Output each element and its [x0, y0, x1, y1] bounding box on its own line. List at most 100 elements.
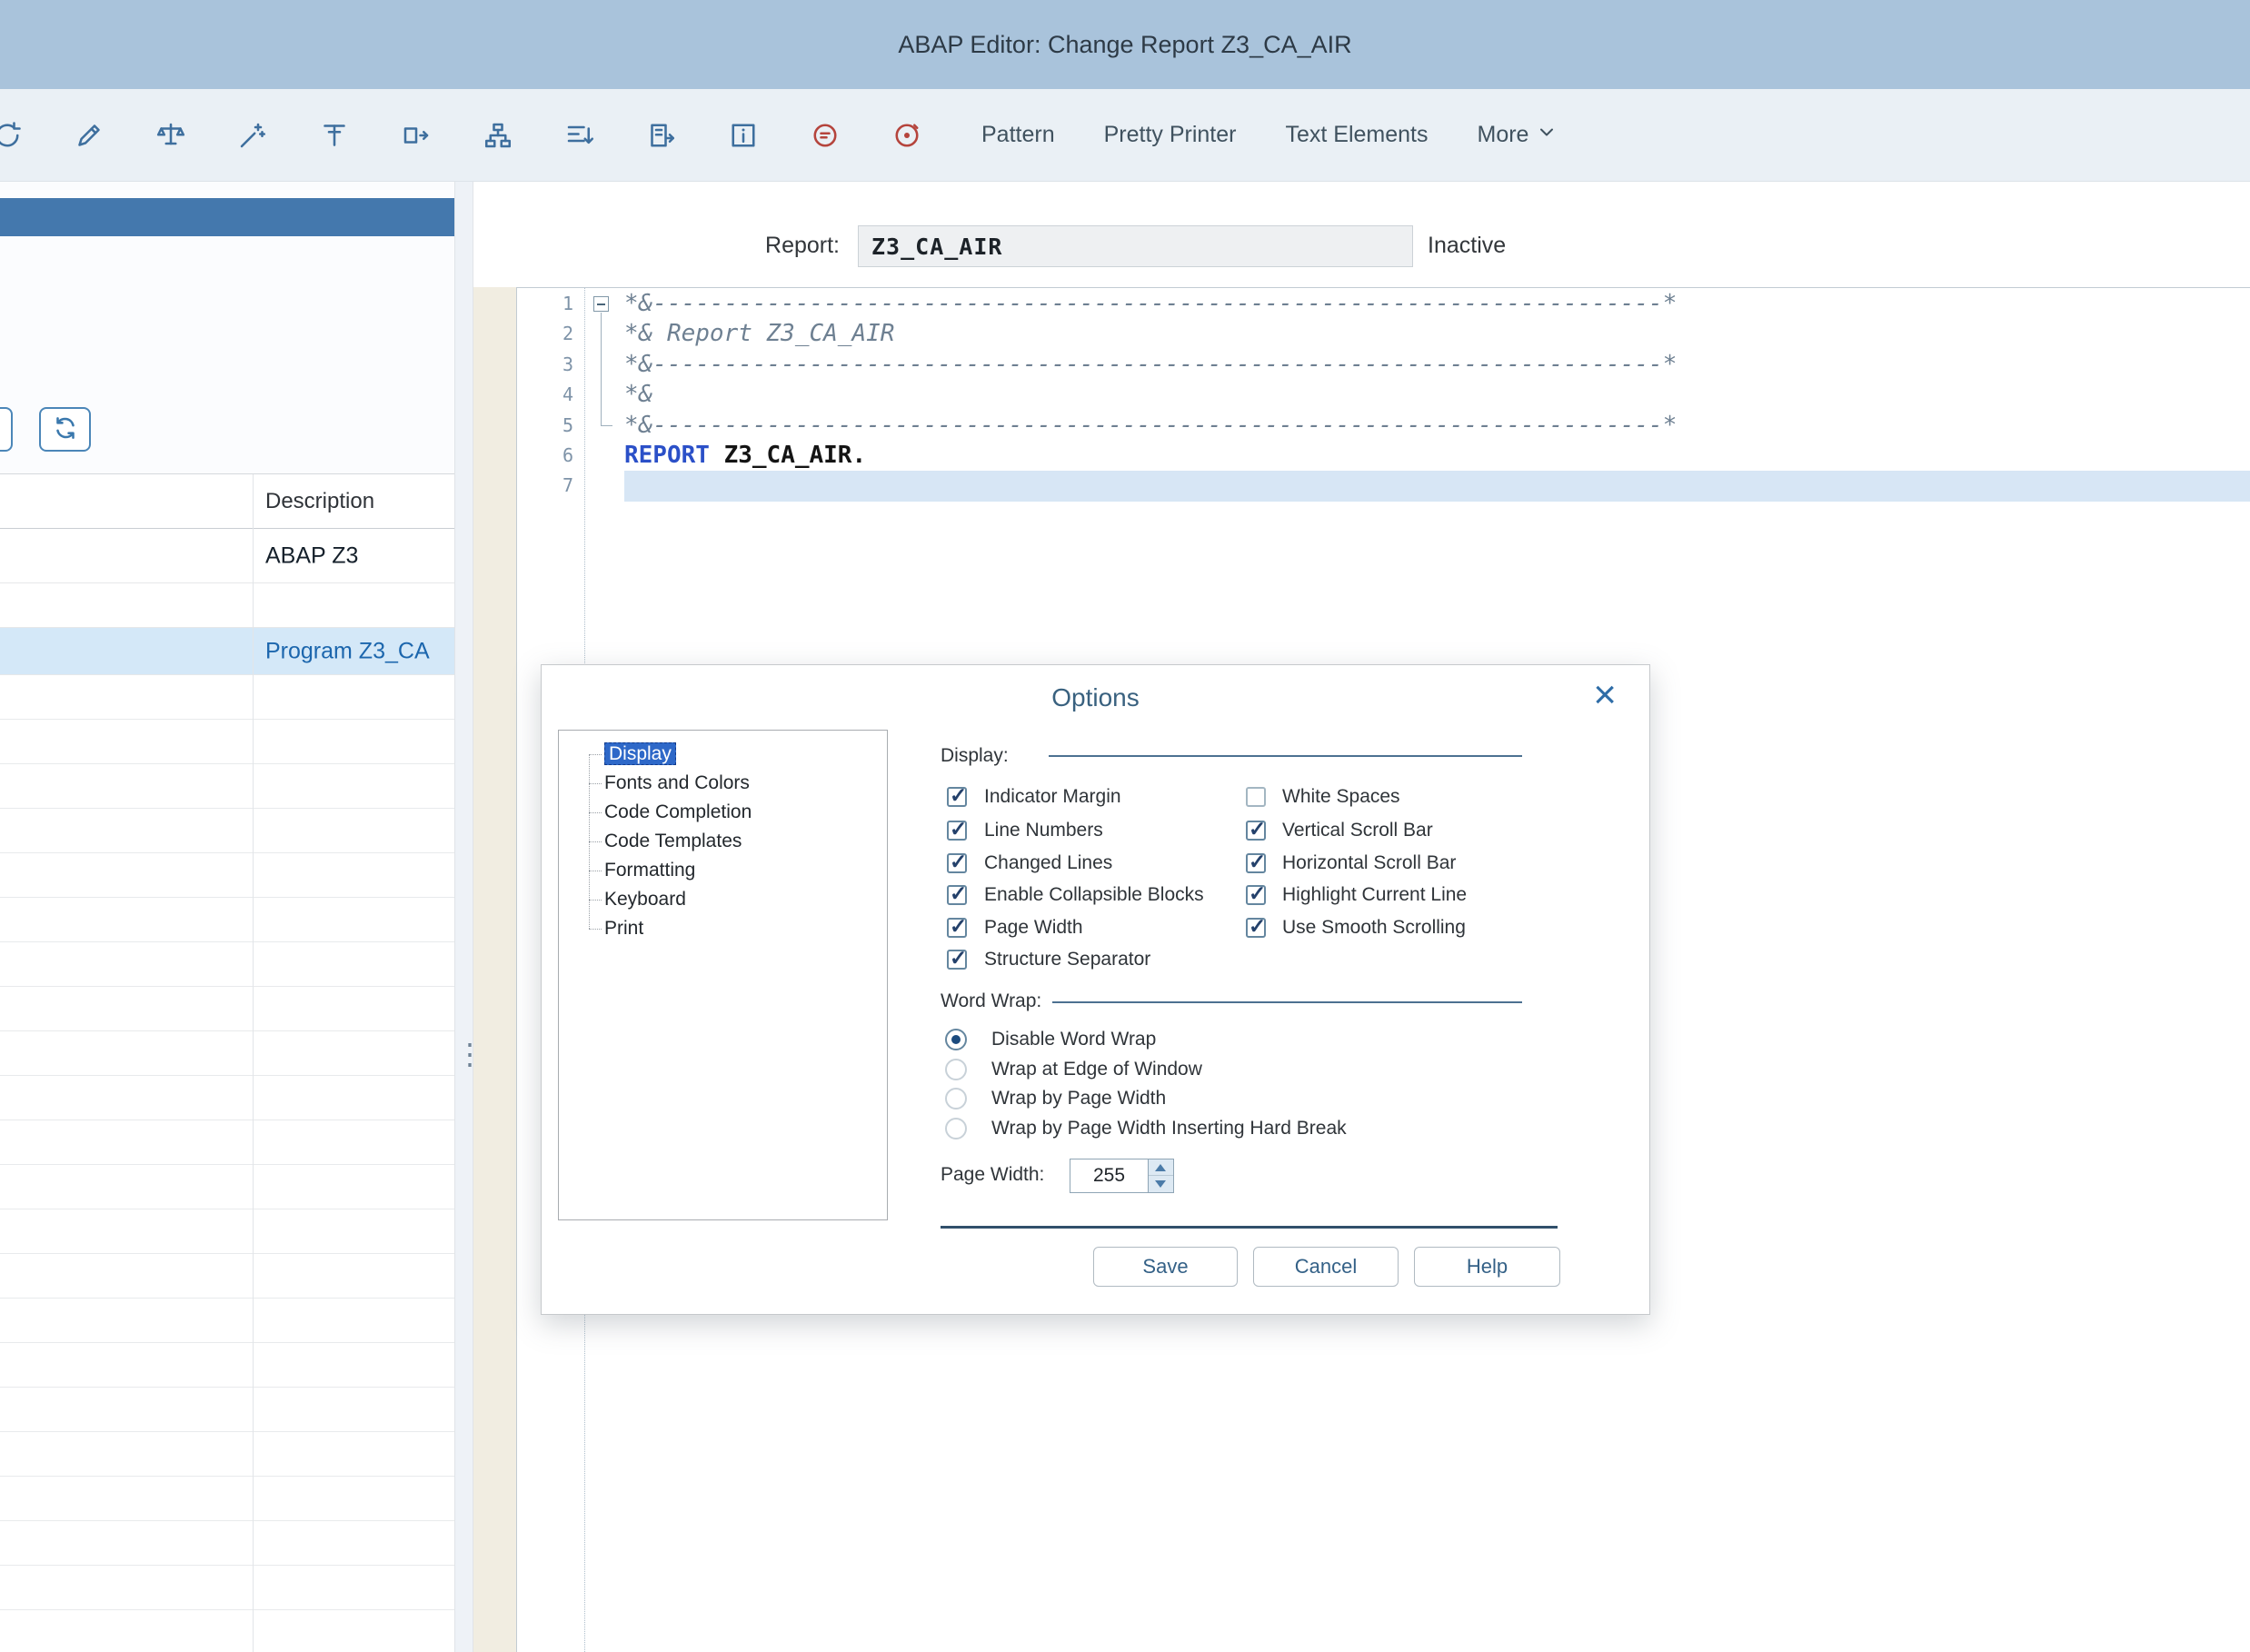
checkbox-line-numbers[interactable]: ✓: [947, 821, 967, 841]
radio-disable-word-wrap[interactable]: [945, 1029, 967, 1050]
tree-item-code-templates[interactable]: Code Templates: [559, 827, 887, 856]
fold-region-end: [601, 425, 612, 426]
checkbox-label[interactable]: Line Numbers: [984, 818, 1103, 843]
radio-label[interactable]: Wrap by Page Width: [991, 1086, 1166, 1111]
tree-item-fonts-and-colors[interactable]: Fonts and Colors: [559, 769, 887, 798]
line-number[interactable]: 4: [517, 380, 584, 410]
options-dialog: Options × DisplayFonts and ColorsCode Co…: [541, 664, 1650, 1315]
options-tree: DisplayFonts and ColorsCode Completion Co…: [558, 730, 888, 1220]
checkbox-indicator-margin[interactable]: ✓: [947, 787, 967, 807]
page-width-label: Page Width:: [941, 1164, 1044, 1186]
edit-icon[interactable]: [71, 117, 107, 154]
checkbox-use-smooth-scrolling[interactable]: ✓: [1246, 918, 1266, 938]
line-number[interactable]: 1: [517, 289, 584, 319]
line-number[interactable]: 3: [517, 350, 584, 380]
checkbox-label[interactable]: Horizontal Scroll Bar: [1282, 851, 1456, 876]
tree-item-keyboard[interactable]: Keyboard: [559, 885, 887, 914]
radio-wrap-by-page-width[interactable]: [945, 1088, 967, 1110]
tree-item-print[interactable]: Print: [559, 914, 887, 943]
line-number[interactable]: 5: [517, 411, 584, 441]
line-number[interactable]: 2: [517, 319, 584, 349]
where-used-icon[interactable]: [643, 117, 680, 154]
tree-item-code-completion[interactable]: Code Completion: [559, 798, 887, 827]
checkbox-enable-collapsible-blocks[interactable]: ✓: [947, 885, 967, 905]
checkbox-label[interactable]: Highlight Current Line: [1282, 882, 1467, 908]
pattern-button[interactable]: Pattern: [981, 122, 1055, 148]
text-elements-button[interactable]: Text Elements: [1285, 122, 1428, 148]
code-line[interactable]: *&--------------------------------------…: [586, 350, 2250, 380]
code-line[interactable]: REPORT Z3_CA_AIR.: [586, 441, 2250, 471]
spinner-down-icon[interactable]: [1149, 1176, 1173, 1192]
sort-icon[interactable]: [562, 117, 598, 154]
page-width-spinner: [1149, 1159, 1174, 1193]
page-width-input[interactable]: [1070, 1159, 1149, 1193]
tree-items: DisplayFonts and ColorsCode Completion Co…: [559, 731, 887, 943]
checkbox-page-width[interactable]: ✓: [947, 918, 967, 938]
line-number[interactable]: 7: [517, 471, 584, 501]
toolbar-icon-group: [0, 117, 925, 154]
watchpoint-icon[interactable]: [889, 117, 925, 154]
report-input[interactable]: [858, 225, 1413, 267]
code-line[interactable]: [586, 471, 2250, 501]
activate-icon[interactable]: [234, 117, 271, 154]
cancel-button[interactable]: Cancel: [1253, 1247, 1399, 1287]
close-icon[interactable]: ×: [1593, 672, 1617, 718]
code-line[interactable]: *&--------------------------------------…: [586, 411, 2250, 441]
compare-icon[interactable]: [398, 117, 434, 154]
help-button[interactable]: Help: [1414, 1247, 1560, 1287]
code-line[interactable]: *& Report Z3_CA_AIR: [586, 319, 2250, 349]
spinner-up-icon[interactable]: [1149, 1159, 1173, 1176]
splitter[interactable]: ⋮: [454, 182, 473, 1652]
tree-item-display[interactable]: Display: [559, 740, 887, 769]
word-wrap-group-label: Word Wrap:: [941, 990, 1041, 1012]
collapse-block-icon[interactable]: [593, 296, 609, 312]
table-rows: ABAP Z3 Program Z3_CA: [0, 529, 454, 675]
check-icon[interactable]: [153, 117, 189, 154]
more-button[interactable]: More: [1478, 121, 1558, 149]
refresh-button[interactable]: [39, 407, 91, 452]
dialog-title: Options: [542, 683, 1649, 712]
radio-label[interactable]: Disable Word Wrap: [991, 1027, 1156, 1052]
radio-wrap-by-page-width-inserting-hard-break[interactable]: [945, 1118, 967, 1139]
indent-icon[interactable]: [316, 117, 353, 154]
sidebar-header-bar: [0, 198, 454, 236]
display-change-icon[interactable]: [0, 117, 25, 154]
code-lines: *&--------------------------------------…: [586, 289, 2250, 502]
table-row[interactable]: [0, 583, 454, 628]
pretty-printer-button[interactable]: Pretty Printer: [1104, 122, 1237, 148]
checkbox-label[interactable]: Enable Collapsible Blocks: [984, 882, 1204, 908]
table-row[interactable]: ABAP Z3: [0, 529, 454, 583]
table-header-row: Description: [0, 474, 454, 529]
line-number[interactable]: 6: [517, 441, 584, 471]
radio-label[interactable]: Wrap at Edge of Window: [991, 1057, 1202, 1082]
code-line[interactable]: *&--------------------------------------…: [586, 289, 2250, 319]
tree-item-label: Code Templates: [604, 831, 742, 851]
checkbox-changed-lines[interactable]: ✓: [947, 853, 967, 873]
checkbox-vertical-scroll-bar[interactable]: ✓: [1246, 821, 1266, 841]
checkbox-label[interactable]: Vertical Scroll Bar: [1282, 818, 1433, 843]
checkbox-white-spaces[interactable]: [1246, 787, 1266, 807]
radio-label[interactable]: Wrap by Page Width Inserting Hard Break: [991, 1116, 1347, 1141]
checkbox-label[interactable]: White Spaces: [1282, 784, 1400, 810]
checkbox-highlight-current-line[interactable]: ✓: [1246, 885, 1266, 905]
checkbox-structure-separator[interactable]: ✓: [947, 950, 967, 970]
breakpoint-icon[interactable]: [807, 117, 843, 154]
tree-item-label: Formatting: [604, 860, 695, 881]
hierarchy-icon[interactable]: [480, 117, 516, 154]
checkbox-horizontal-scroll-bar[interactable]: ✓: [1246, 853, 1266, 873]
checkbox-label[interactable]: Changed Lines: [984, 851, 1112, 876]
checkbox-label[interactable]: Use Smooth Scrolling: [1282, 915, 1466, 940]
table-row[interactable]: Program Z3_CA: [0, 628, 454, 675]
checkbox-label[interactable]: Structure Separator: [984, 947, 1150, 972]
column-divider: [253, 474, 254, 1652]
checkbox-label[interactable]: Page Width: [984, 915, 1083, 940]
checkbox-label[interactable]: Indicator Margin: [984, 784, 1121, 810]
editor-margin: [473, 287, 516, 1652]
cutoff-toolbar-button[interactable]: [0, 407, 13, 452]
code-line[interactable]: *&: [586, 380, 2250, 410]
save-button[interactable]: Save: [1093, 1247, 1238, 1287]
radio-wrap-at-edge-of-window[interactable]: [945, 1059, 967, 1080]
sidebar: Description ABAP Z3 Program Z3_CA: [0, 182, 454, 1652]
info-icon[interactable]: [725, 117, 762, 154]
tree-item-formatting[interactable]: Formatting: [559, 856, 887, 885]
